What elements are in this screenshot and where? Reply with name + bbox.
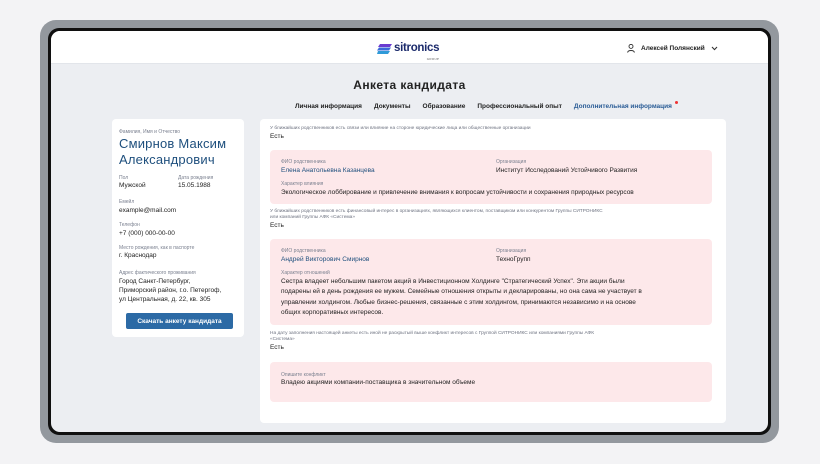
- influence-value: Экологическое лоббирование и привлечение…: [281, 189, 634, 196]
- email-value: example@mail.com: [119, 207, 177, 214]
- address-line: Город Санкт-Петербург,: [119, 278, 191, 285]
- relative-fio-label: ФИО родственника: [281, 248, 326, 254]
- question-relatives-influence: У ближайших родственников есть связи или…: [270, 126, 531, 131]
- answer-financial-interest: Есть: [270, 222, 284, 229]
- candidate-name-line2: Александрович: [119, 152, 215, 167]
- question-line: или компаний Группы АФК «Система»: [270, 215, 355, 220]
- question-line: «Система»: [270, 337, 295, 342]
- required-dot: [674, 101, 678, 104]
- relationship-value: Сестра владеет небольшим пакетом акций в…: [281, 277, 642, 318]
- relative-org-value: Институт Исследований Устойчивого Развит…: [496, 167, 638, 174]
- brand-sub: GROUP: [426, 57, 440, 61]
- phone-value: +7 (000) 000-00-00: [119, 230, 175, 237]
- download-form-button[interactable]: Скачать анкету кандидата: [126, 313, 233, 329]
- tab-additional-info[interactable]: Дополнительная информация: [573, 101, 678, 110]
- relative-fio-value[interactable]: Андрей Викторович Смирнов: [281, 255, 369, 265]
- relationship-line: подарены ей в день рождения ее мужем. Се…: [281, 288, 642, 296]
- candidate-name: Смирнов Максим Александрович: [119, 136, 243, 168]
- brand-logo[interactable]: sitronics GROUP: [377, 42, 440, 61]
- tab-additional-info-label: Дополнительная информация: [573, 103, 672, 110]
- conflict-card: Опишите конфликт Владею акциями компании…: [270, 362, 712, 402]
- answer-other-conflict: Есть: [270, 344, 284, 351]
- question-financial-interest: У ближайших родственников есть финансовы…: [270, 209, 710, 221]
- address-label: Адрес фактического проживания: [119, 270, 196, 276]
- tab-bar: Личная информация Документы Образование …: [295, 101, 684, 110]
- relationship-label: Характер отношений: [281, 270, 330, 276]
- device-frame: sitronics GROUP Алексей Полянский Анкета …: [40, 20, 779, 443]
- app-window: sitronics GROUP Алексей Полянский Анкета …: [51, 31, 768, 432]
- top-bar: sitronics GROUP Алексей Полянский: [51, 31, 768, 64]
- birth-value: 15.05.1988: [178, 182, 211, 189]
- relative-influence-card: ФИО родственника Елена Анатольевна Казан…: [270, 150, 712, 204]
- address-line: ул Центральная, д. 22, кв. 305: [119, 296, 211, 303]
- relationship-line: Сестра владеет небольшим пакетом акций в…: [281, 278, 625, 285]
- additional-info-panel: У ближайших родственников есть связи или…: [260, 119, 726, 423]
- address-line: Приморский район, г.о. Петергоф,: [119, 287, 222, 294]
- gender-value: Мужской: [119, 182, 146, 189]
- phone-label: Телефон: [119, 222, 140, 228]
- relative-fio-label: ФИО родственника: [281, 159, 326, 165]
- tab-personal-info[interactable]: Личная информация: [295, 103, 362, 110]
- user-icon: [627, 44, 635, 53]
- answer-relatives-influence: Есть: [270, 133, 284, 140]
- device-screen: sitronics GROUP Алексей Полянский Анкета …: [48, 28, 771, 435]
- user-menu[interactable]: Алексей Полянский: [627, 44, 718, 53]
- name-label: Фамилия, Имя и Отчество: [119, 129, 181, 135]
- relative-org-value: ТехноГрупп: [496, 256, 531, 263]
- email-label: Емейл: [119, 199, 135, 205]
- relationship-line: управлении холдингом. Любые бизнес-решен…: [281, 298, 636, 306]
- relative-org-label: Организация: [496, 159, 527, 165]
- relative-org-label: Организация: [496, 248, 527, 254]
- candidate-card: Фамилия, Имя и Отчество Смирнов Максим А…: [112, 119, 244, 337]
- tab-education[interactable]: Образование: [423, 103, 466, 110]
- relationship-line: общих корпоративных интересов.: [281, 308, 384, 316]
- relative-fio-value[interactable]: Елена Анатольевна Казанцева: [281, 166, 375, 176]
- question-other-conflict: На дату заполнения настоящей анкеты есть…: [270, 331, 710, 343]
- relative-financial-card: ФИО родственника Андрей Викторович Смирн…: [270, 239, 712, 325]
- tab-professional-experience[interactable]: Профессиональный опыт: [477, 103, 562, 110]
- page-title: Анкета кандидата: [353, 78, 466, 92]
- birthplace-value: г. Краснодар: [119, 252, 157, 259]
- address-value: Город Санкт-Петербург, Приморский район,…: [119, 277, 221, 304]
- brand-name: sitronics GROUP: [394, 42, 440, 61]
- tab-documents[interactable]: Документы: [374, 103, 411, 110]
- sitronics-logo-icon: [377, 44, 392, 54]
- user-name: Алексей Полянский: [641, 45, 705, 52]
- candidate-name-line1: Смирнов Максим: [119, 136, 227, 151]
- influence-label: Характер влияния: [281, 181, 324, 187]
- conflict-value: Владею акциями компании-поставщика в зна…: [281, 379, 476, 386]
- chevron-down-icon: [711, 46, 718, 51]
